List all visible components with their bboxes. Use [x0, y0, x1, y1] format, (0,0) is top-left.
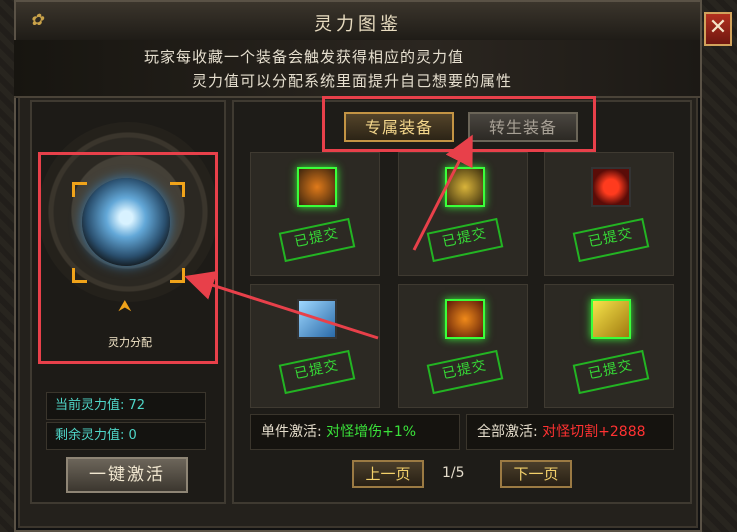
annotation-arrows: [184, 134, 473, 340]
arrow-to-tabs: [412, 134, 473, 251]
arrow-to-allocation: [184, 271, 379, 340]
